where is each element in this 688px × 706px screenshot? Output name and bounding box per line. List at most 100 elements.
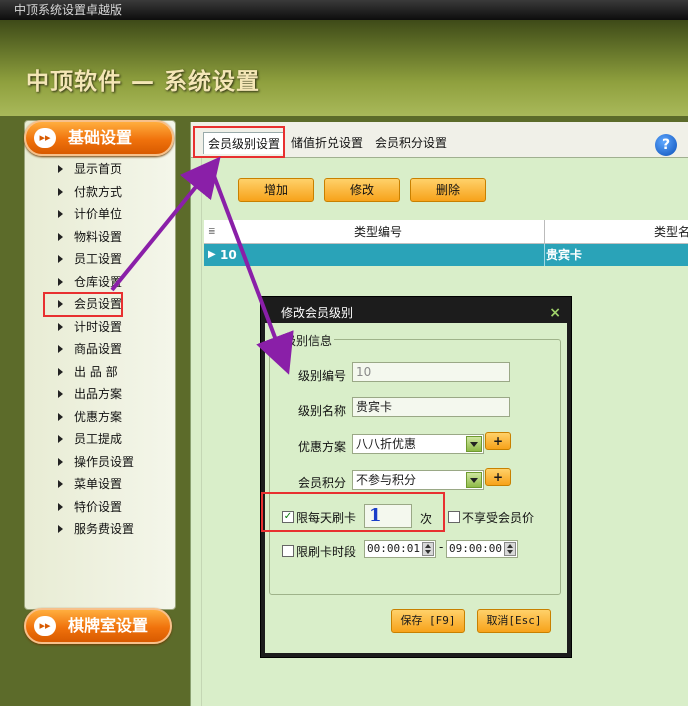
sidebar-item-home[interactable]: 显示首页 xyxy=(48,158,168,181)
sidebar-item-dispatch-dept[interactable]: 出 品 部 xyxy=(48,361,168,384)
sidebar-item-dispatch-plan[interactable]: 出品方案 xyxy=(48,383,168,406)
spinner-icon[interactable] xyxy=(504,542,516,556)
help-icon[interactable]: ? xyxy=(655,134,677,156)
column-divider xyxy=(544,220,545,244)
spinner-icon[interactable] xyxy=(422,542,434,556)
discount-select[interactable]: 八八折优惠 xyxy=(352,434,484,454)
delete-button[interactable]: 删除 xyxy=(410,178,486,202)
period-limit-checkbox[interactable] xyxy=(282,545,294,557)
sidebar-item-member[interactable]: 会员设置 xyxy=(43,292,123,317)
sidebar-item-label: 员工提成 xyxy=(74,432,123,446)
triangle-right-icon xyxy=(58,255,63,263)
sidebar-item-label: 优惠方案 xyxy=(74,409,123,424)
discount-select-value: 八八折优惠 xyxy=(356,437,417,451)
triangle-right-icon xyxy=(58,502,63,511)
triangle-right-icon xyxy=(58,390,63,398)
sidebar-item-goods[interactable]: 商品设置 xyxy=(48,338,168,361)
sidebar-item-service-fee[interactable]: 服务费设置 xyxy=(48,518,168,541)
dialog-title: 修改会员级别 xyxy=(281,306,354,320)
add-points-button[interactable]: + xyxy=(485,468,511,486)
sidebar-item-special-price[interactable]: 特价设置 xyxy=(48,496,168,519)
save-button[interactable]: 保存 [F9] xyxy=(391,609,465,633)
sidebar-section-basic[interactable]: ▸▸ 基础设置 xyxy=(24,120,174,156)
sidebar-item-operators[interactable]: 操作员设置 xyxy=(48,451,168,474)
sidebar-section-chess-room[interactable]: ▸▸ 棋牌室设置 xyxy=(24,608,172,644)
grid-header: ≣ 类型编号 类型名 xyxy=(204,220,688,244)
triangle-right-icon xyxy=(58,277,63,286)
time-from-value: 00:00:01 xyxy=(367,542,420,555)
sidebar-item-menu[interactable]: 菜单设置 xyxy=(48,473,168,496)
sidebar-item-discount-plan[interactable]: 优惠方案 xyxy=(48,406,168,429)
triangle-right-icon xyxy=(58,232,63,241)
triangle-right-icon xyxy=(58,322,63,331)
window-title: 中顶系统设置卓越版 xyxy=(14,3,123,17)
edit-level-dialog: 修改会员级别 × 级别信息 级别编号 10 级别名称 贵宾卡 优惠方案 八八折优… xyxy=(260,296,572,658)
sidebar-item-units[interactable]: 计价单位 xyxy=(48,203,168,226)
sidebar-item-label: 员工设置 xyxy=(74,252,123,266)
table-row[interactable]: ▶ 10 贵宾卡 xyxy=(204,244,688,266)
window-titlebar: 中顶系统设置卓越版 xyxy=(0,0,688,20)
time-to-value: 09:00:00 xyxy=(449,542,502,555)
time-to-field[interactable]: 09:00:00 xyxy=(446,540,518,558)
dialog-titlebar: 修改会员级别 × xyxy=(265,301,567,325)
sidebar-item-payment[interactable]: 付款方式 xyxy=(48,181,168,204)
edit-button[interactable]: 修改 xyxy=(324,178,400,202)
cell-code: 10 xyxy=(220,248,237,262)
chevron-down-icon[interactable] xyxy=(466,472,482,488)
column-header-name[interactable]: 类型名 xyxy=(654,220,688,244)
close-icon[interactable]: × xyxy=(549,301,561,325)
cell-name: 贵宾卡 xyxy=(546,248,583,262)
points-select-value: 不参与积分 xyxy=(356,473,417,487)
play-icon: ▸▸ xyxy=(34,128,56,148)
time-from-field[interactable]: 00:00:01 xyxy=(364,540,436,558)
add-button[interactable]: 增加 xyxy=(238,178,314,202)
sidebar-item-label: 显示首页 xyxy=(74,162,123,176)
level-code-label: 级别编号 xyxy=(298,369,347,383)
points-select[interactable]: 不参与积分 xyxy=(352,470,484,490)
triangle-right-icon xyxy=(58,165,63,173)
sidebar-item-timing[interactable]: 计时设置 xyxy=(48,316,168,339)
sidebar-item-warehouse[interactable]: 仓库设置 xyxy=(48,271,168,294)
sidebar-item-label: 操作员设置 xyxy=(74,454,135,469)
tab-stored-value[interactable]: 储值折兑设置 xyxy=(287,132,367,154)
sidebar-menu: 显示首页 付款方式 计价单位 物料设置 员工设置 仓库设置 会员设置 计时设置 … xyxy=(43,158,168,541)
triangle-right-icon xyxy=(58,525,63,533)
group-legend: 级别信息 xyxy=(282,332,335,349)
page-title: 中顶软件 — 系统设置 xyxy=(26,69,261,95)
level-name-label: 级别名称 xyxy=(298,404,347,418)
triangle-right-icon xyxy=(58,210,63,218)
level-code-field[interactable]: 10 xyxy=(352,362,510,382)
grid-corner-icon: ≣ xyxy=(208,227,216,237)
level-name-field[interactable]: 贵宾卡 xyxy=(352,397,510,417)
no-member-price-checkbox[interactable] xyxy=(448,511,460,523)
sidebar-item-label: 物料设置 xyxy=(74,229,123,244)
tab-bar: 会员级别设置 储值折兑设置 会员积分设置 ? xyxy=(191,122,688,158)
chevron-down-icon[interactable] xyxy=(466,436,482,452)
sidebar-item-label: 付款方式 xyxy=(74,184,123,199)
points-label: 会员积分 xyxy=(298,476,347,490)
level-grid: ≣ 类型编号 类型名 ▶ 10 贵宾卡 xyxy=(204,220,688,266)
add-discount-button[interactable]: + xyxy=(485,432,511,450)
cancel-button[interactable]: 取消[Esc] xyxy=(477,609,551,633)
sidebar-item-commission[interactable]: 员工提成 xyxy=(48,428,168,451)
sidebar-item-materials[interactable]: 物料设置 xyxy=(48,226,168,249)
dialog-body: 级别信息 级别编号 10 级别名称 贵宾卡 优惠方案 八八折优惠 + 会员积分 … xyxy=(265,323,567,653)
triangle-right-icon xyxy=(58,300,63,308)
sidebar-section-label: 基础设置 xyxy=(68,128,133,147)
triangle-right-icon xyxy=(58,457,63,466)
no-member-price-label: 不享受会员价 xyxy=(462,511,535,525)
triangle-right-icon xyxy=(58,412,63,421)
sidebar-item-label: 特价设置 xyxy=(74,499,123,514)
annotation-highlight-daily-limit xyxy=(261,492,445,532)
column-divider xyxy=(544,244,545,266)
sidebar-item-label: 服务费设置 xyxy=(74,522,135,536)
sidebar-item-label: 会员设置 xyxy=(74,297,123,311)
sidebar-item-staff[interactable]: 员工设置 xyxy=(48,248,168,271)
tab-member-points[interactable]: 会员积分设置 xyxy=(371,132,451,154)
level-info-group: 级别信息 级别编号 10 级别名称 贵宾卡 优惠方案 八八折优惠 + 会员积分 … xyxy=(269,332,561,595)
triangle-right-icon xyxy=(58,187,63,196)
column-header-code[interactable]: 类型编号 xyxy=(354,220,402,244)
time-separator: - xyxy=(439,540,444,554)
sidebar-item-label: 计价单位 xyxy=(74,207,123,221)
sidebar-item-label: 菜单设置 xyxy=(74,477,123,491)
